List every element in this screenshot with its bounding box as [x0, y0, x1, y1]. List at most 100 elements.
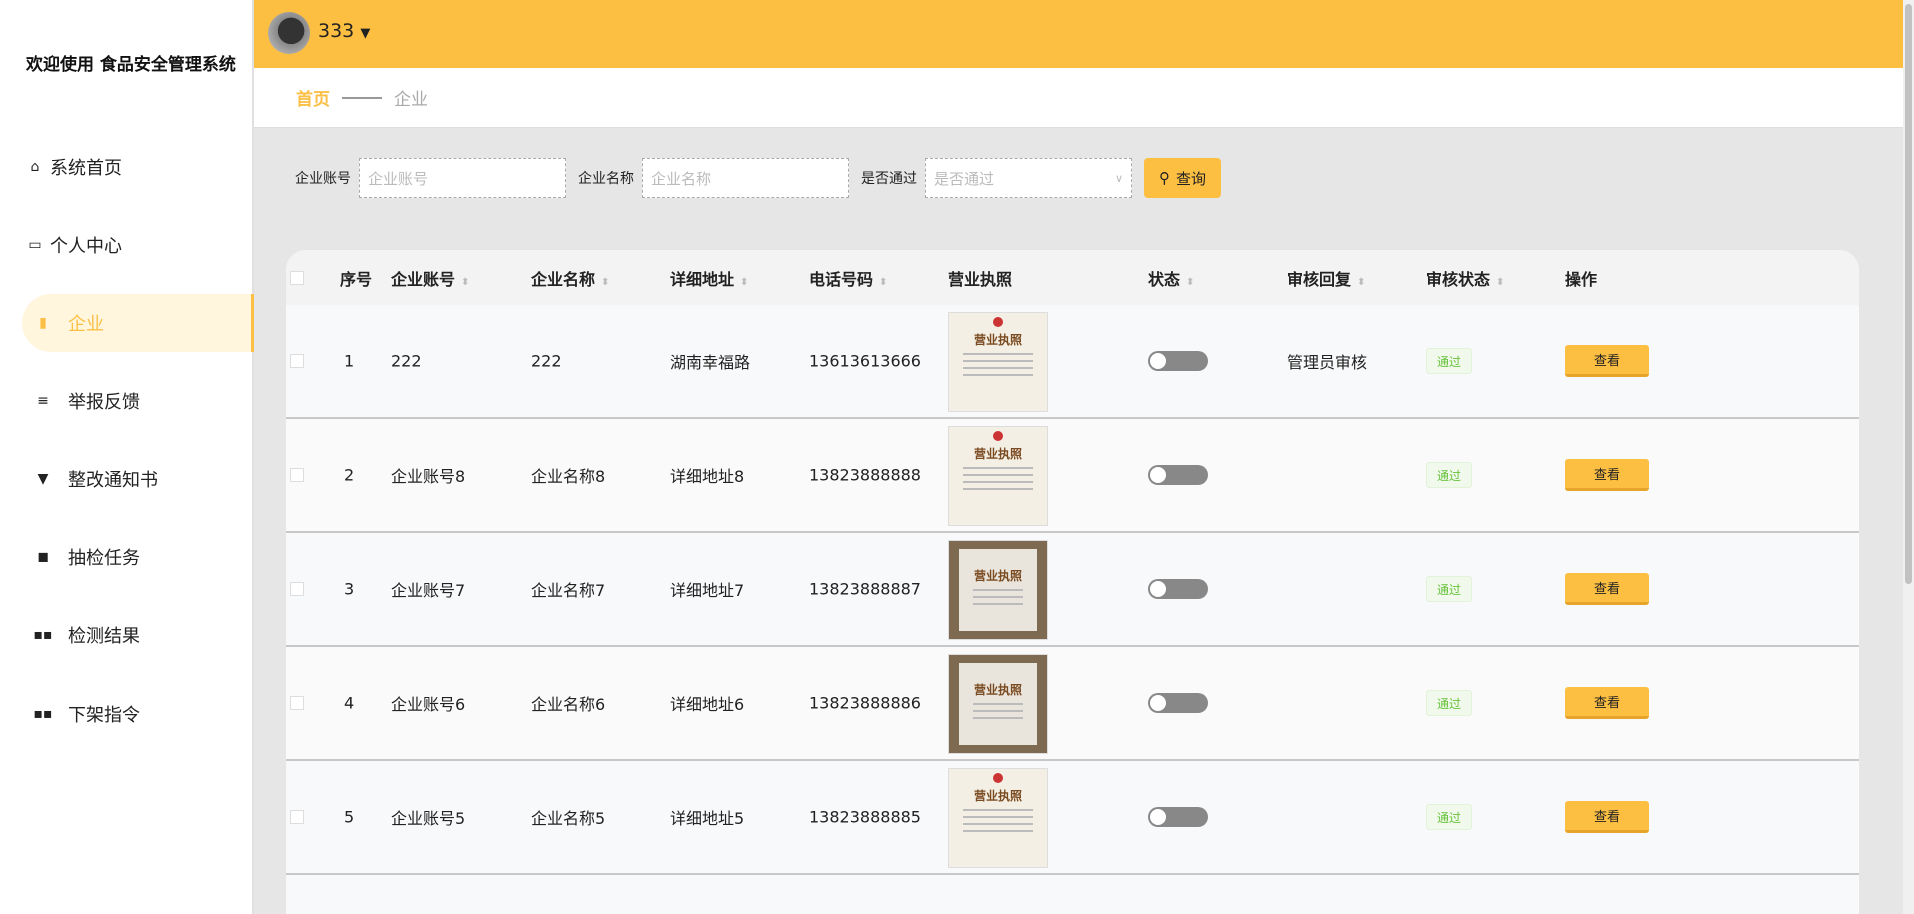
row-no: 2 [344, 465, 355, 485]
view-button[interactable]: 查看 [1565, 345, 1649, 377]
username: 333 [318, 20, 355, 42]
menu-label: 整改通知书 [68, 470, 158, 491]
table-row: 4 企业账号6 企业名称6 详细地址6 13823888886 营业执照 通过 … [286, 647, 1859, 761]
sidebar-item-notice[interactable]: ▼ 整改通知书 [22, 450, 254, 508]
account-input[interactable]: 企业账号 [359, 158, 566, 198]
app-title: 欢迎使用 食品安全管理系统 [26, 55, 236, 75]
view-button[interactable]: 查看 [1565, 687, 1649, 719]
row-checkbox[interactable] [290, 582, 304, 596]
bar-chart-icon: ▮ [39, 315, 47, 331]
table-row: 3 企业账号7 企业名称7 详细地址7 13823888887 营业执照 通过 … [286, 533, 1859, 647]
placeholder: 企业账号 [368, 169, 429, 188]
pass-label: 是否通过 [861, 171, 917, 187]
menu-label: 下架指令 [68, 705, 140, 726]
sidebar-item-profile[interactable]: ▭ 个人中心 [22, 216, 254, 274]
row-name: 222 [531, 351, 562, 371]
status-toggle[interactable] [1148, 465, 1208, 485]
row-address: 详细地址6 [670, 695, 745, 714]
row-account: 企业账号8 [391, 467, 466, 486]
row-address: 详细地址7 [670, 581, 745, 600]
view-button[interactable]: 查看 [1565, 459, 1649, 491]
row-no: 3 [344, 579, 355, 599]
audit-badge: 通过 [1426, 804, 1472, 830]
sort-icon: ⬍ [1357, 276, 1366, 288]
breadcrumb-home[interactable]: 首页 [296, 85, 330, 110]
status-toggle[interactable] [1148, 807, 1208, 827]
col-phone[interactable]: 电话号码 ⬍ [809, 266, 887, 290]
placeholder: 企业名称 [651, 169, 712, 188]
menu-label: 举报反馈 [68, 392, 140, 413]
account-label: 企业账号 [295, 171, 351, 187]
sidebar-item-feedback[interactable]: ≡ 举报反馈 [22, 372, 254, 430]
row-phone: 13613613666 [809, 351, 921, 371]
col-action: 操作 [1565, 269, 1598, 289]
pass-select[interactable]: 是否通过 ∨ [925, 158, 1132, 198]
top-bar: 333 ▼ [254, 0, 1903, 68]
sidebar-item-home[interactable]: ⌂ 系统首页 [22, 138, 254, 196]
breadcrumb-separator [342, 96, 382, 99]
enterprise-table: 序号 企业账号 ⬍ 企业名称 ⬍ 详细地址 ⬍ 电话号码 ⬍ 营业执照 状态 ⬍ 审核回复… [286, 250, 1859, 914]
license-image[interactable]: 营业执照 [948, 654, 1048, 754]
view-button[interactable]: 查看 [1565, 801, 1649, 833]
avatar[interactable] [268, 12, 310, 54]
row-checkbox[interactable] [290, 810, 304, 824]
sidebar-item-task[interactable]: ◼ 抽检任务 [22, 528, 254, 586]
name-input[interactable]: 企业名称 [642, 158, 849, 198]
menu-label: 检测结果 [68, 626, 140, 647]
row-no: 5 [344, 807, 355, 827]
view-button[interactable]: 查看 [1565, 573, 1649, 605]
scrollbar-thumb[interactable] [1905, 4, 1912, 584]
row-checkbox[interactable] [290, 354, 304, 368]
audit-badge: 通过 [1426, 348, 1472, 374]
sidebar-item-takedown[interactable]: ▪▪ 下架指令 [22, 685, 254, 743]
user-menu[interactable]: 333 ▼ [318, 20, 370, 42]
sidebar-item-result[interactable]: ▪▪ 检测结果 [22, 606, 254, 664]
table-row: 1 222 222 湖南幸福路 13613613666 营业执照 管理员审核 通… [286, 305, 1859, 419]
status-toggle[interactable] [1148, 579, 1208, 599]
row-name: 企业名称8 [531, 467, 606, 486]
row-name: 企业名称6 [531, 695, 606, 714]
row-account: 222 [391, 351, 422, 371]
scrollbar[interactable] [1903, 0, 1914, 914]
col-audit[interactable]: 审核状态 ⬍ [1426, 266, 1504, 290]
audit-badge: 通过 [1426, 690, 1472, 716]
wallet-icon: ▭ [28, 237, 42, 253]
col-reply[interactable]: 审核回复 ⬍ [1287, 266, 1365, 290]
sidebar-item-enterprise[interactable]: ▮ 企业 [22, 294, 254, 352]
status-toggle[interactable] [1148, 351, 1208, 371]
audit-badge: 通过 [1426, 576, 1472, 602]
license-image[interactable]: 营业执照 [948, 312, 1048, 412]
grid-icon: ▪▪ [33, 706, 53, 722]
sort-icon: ⬍ [879, 276, 888, 288]
search-bar: 企业账号 企业账号 企业名称 企业名称 是否通过 是否通过 ∨ ⚲ 查询 [295, 158, 1221, 198]
col-status[interactable]: 状态 ⬍ [1148, 266, 1194, 290]
row-account: 企业账号6 [391, 695, 466, 714]
col-address[interactable]: 详细地址 ⬍ [670, 266, 748, 290]
license-image[interactable]: 营业执照 [948, 426, 1048, 526]
row-phone: 13823888885 [809, 807, 921, 827]
select-all-checkbox[interactable] [290, 270, 304, 285]
breadcrumb-current: 企业 [394, 90, 428, 110]
row-address: 湖南幸福路 [670, 353, 751, 372]
license-image[interactable]: 营业执照 [948, 540, 1048, 640]
menu-label: 个人中心 [50, 236, 122, 257]
license-image[interactable]: 营业执照 [948, 768, 1048, 868]
sidebar: 欢迎使用 食品安全管理系统 ⌂ 系统首页 ▭ 个人中心 ▮ 企业 ≡ 举报反馈 ▼ 整改通… [0, 0, 254, 914]
list-icon: ≡ [37, 393, 49, 409]
home-icon: ⌂ [30, 159, 40, 175]
menu-label: 系统首页 [50, 158, 122, 179]
search-icon: ⚲ [1158, 169, 1170, 187]
sort-icon: ⬍ [461, 276, 470, 288]
row-name: 企业名称7 [531, 581, 606, 600]
row-phone: 13823888888 [809, 465, 921, 485]
search-button[interactable]: ⚲ 查询 [1144, 158, 1221, 198]
col-account[interactable]: 企业账号 ⬍ [391, 266, 469, 290]
table-row [286, 875, 1859, 914]
col-name[interactable]: 企业名称 ⬍ [531, 266, 609, 290]
table-row: 2 企业账号8 企业名称8 详细地址8 13823888888 营业执照 通过 … [286, 419, 1859, 533]
wallet-icon: ◼ [37, 549, 49, 565]
row-checkbox[interactable] [290, 468, 304, 482]
status-toggle[interactable] [1148, 693, 1208, 713]
row-phone: 13823888887 [809, 579, 921, 599]
row-checkbox[interactable] [290, 696, 304, 710]
